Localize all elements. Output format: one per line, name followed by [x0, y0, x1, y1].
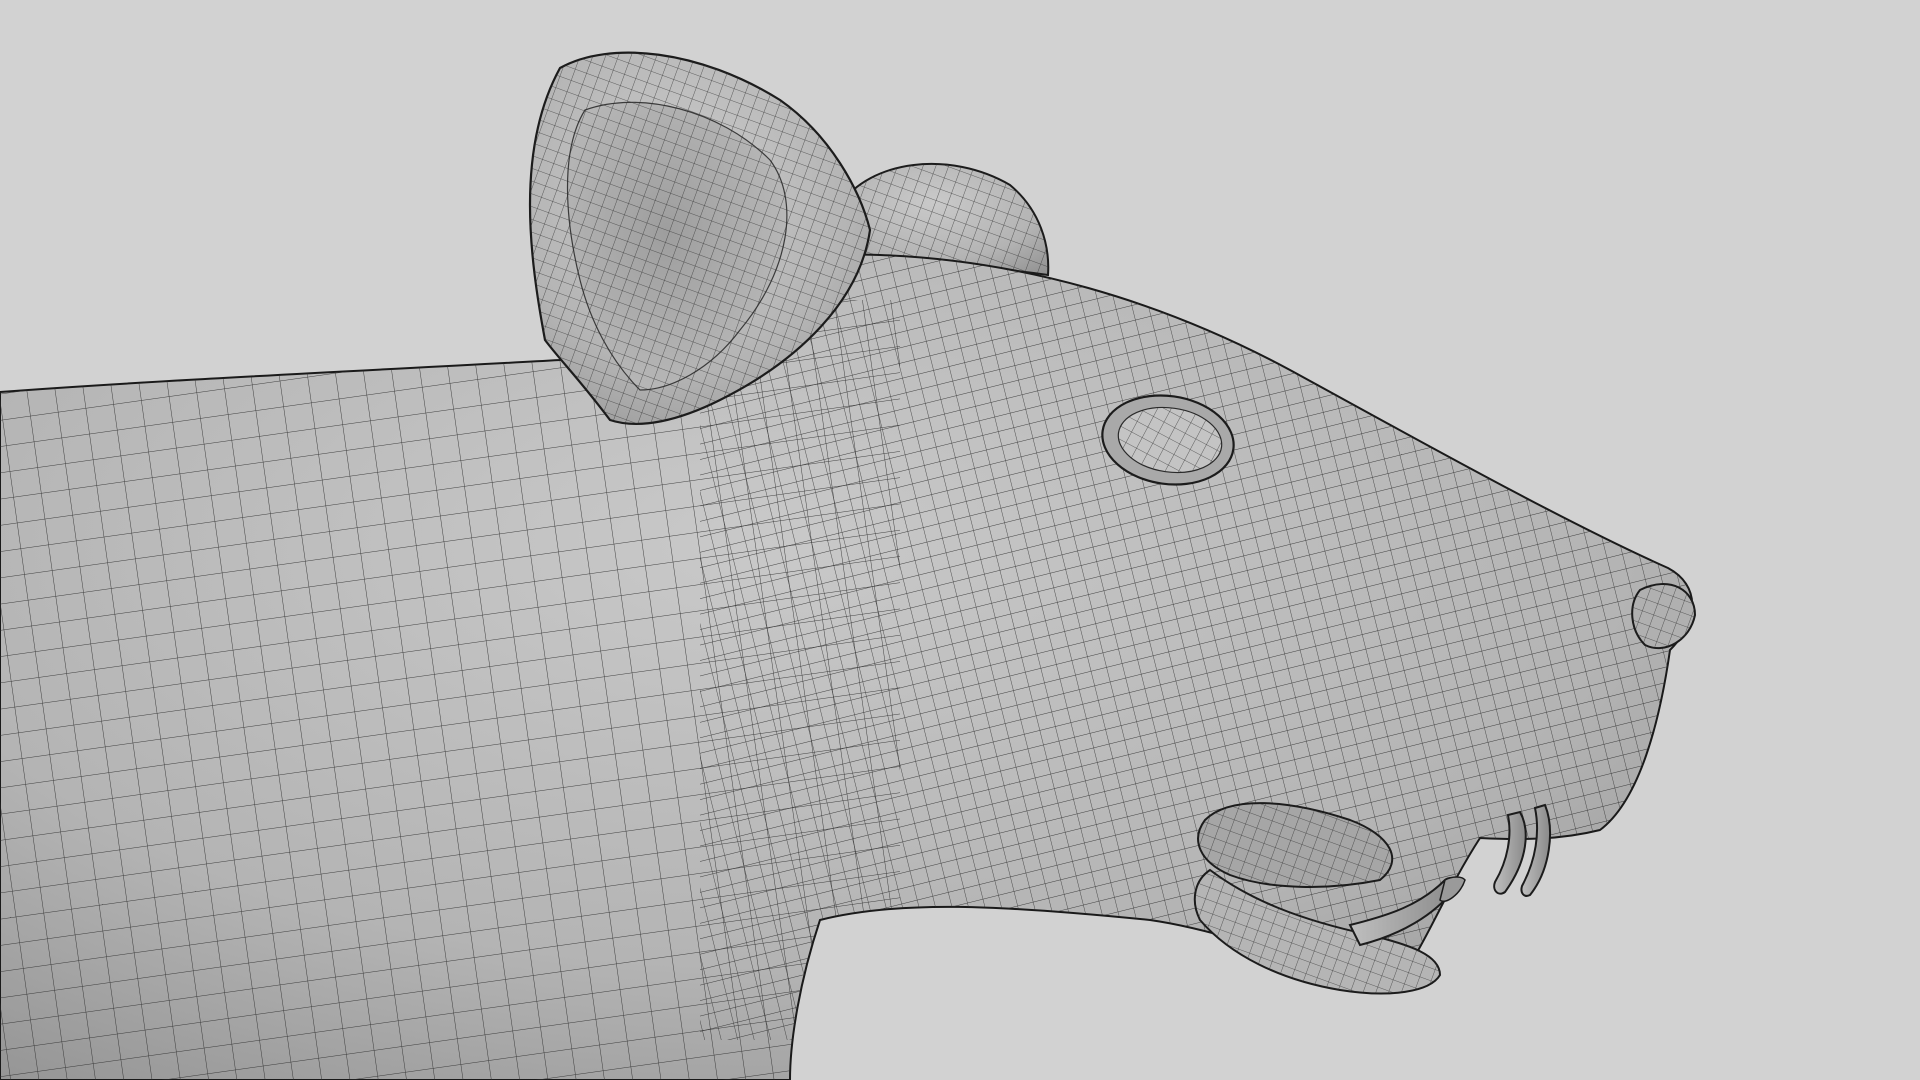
- nose[interactable]: [1631, 583, 1697, 650]
- viewport-canvas[interactable]: [0, 0, 1920, 1080]
- 3d-viewport[interactable]: [0, 0, 1920, 1080]
- rat-body-mesh[interactable]: [0, 240, 1700, 1080]
